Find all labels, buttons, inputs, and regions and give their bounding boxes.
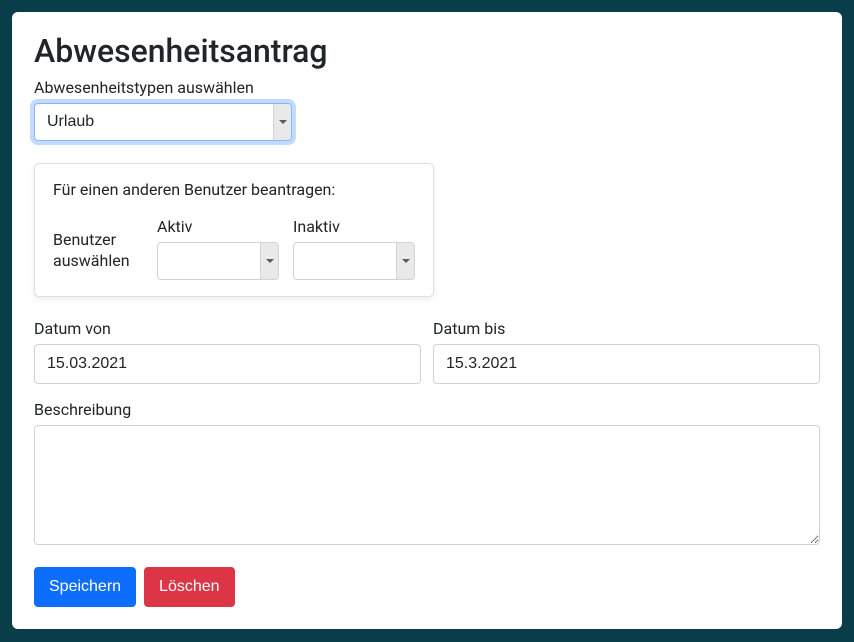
other-user-panel: Für einen anderen Benutzer beantragen: B… xyxy=(34,163,434,297)
date-from-input[interactable] xyxy=(34,344,421,384)
description-label: Beschreibung xyxy=(34,400,820,419)
date-to-group: Datum bis xyxy=(433,319,820,384)
type-select-group: Abwesenheitstypen auswählen Urlaub xyxy=(34,78,820,141)
date-from-group: Datum von xyxy=(34,319,421,384)
page-title: Abwesenheitsantrag xyxy=(34,32,820,70)
delete-button[interactable]: Löschen xyxy=(144,567,235,607)
type-select[interactable]: Urlaub xyxy=(34,103,292,141)
save-button[interactable]: Speichern xyxy=(34,567,136,607)
description-group: Beschreibung xyxy=(34,400,820,549)
date-from-label: Datum von xyxy=(34,319,421,338)
active-label: Aktiv xyxy=(157,217,279,236)
description-textarea[interactable] xyxy=(34,425,820,545)
select-user-label: Benutzer auswählen xyxy=(53,229,143,280)
inactive-user-select[interactable] xyxy=(293,242,415,280)
inactive-label: Inaktiv xyxy=(293,217,415,236)
date-to-label: Datum bis xyxy=(433,319,820,338)
active-user-select[interactable] xyxy=(157,242,279,280)
absence-request-card: Abwesenheitsantrag Abwesenheitstypen aus… xyxy=(12,12,842,629)
date-to-input[interactable] xyxy=(433,344,820,384)
type-select-label: Abwesenheitstypen auswählen xyxy=(34,78,820,97)
other-user-heading: Für einen anderen Benutzer beantragen: xyxy=(53,180,415,199)
